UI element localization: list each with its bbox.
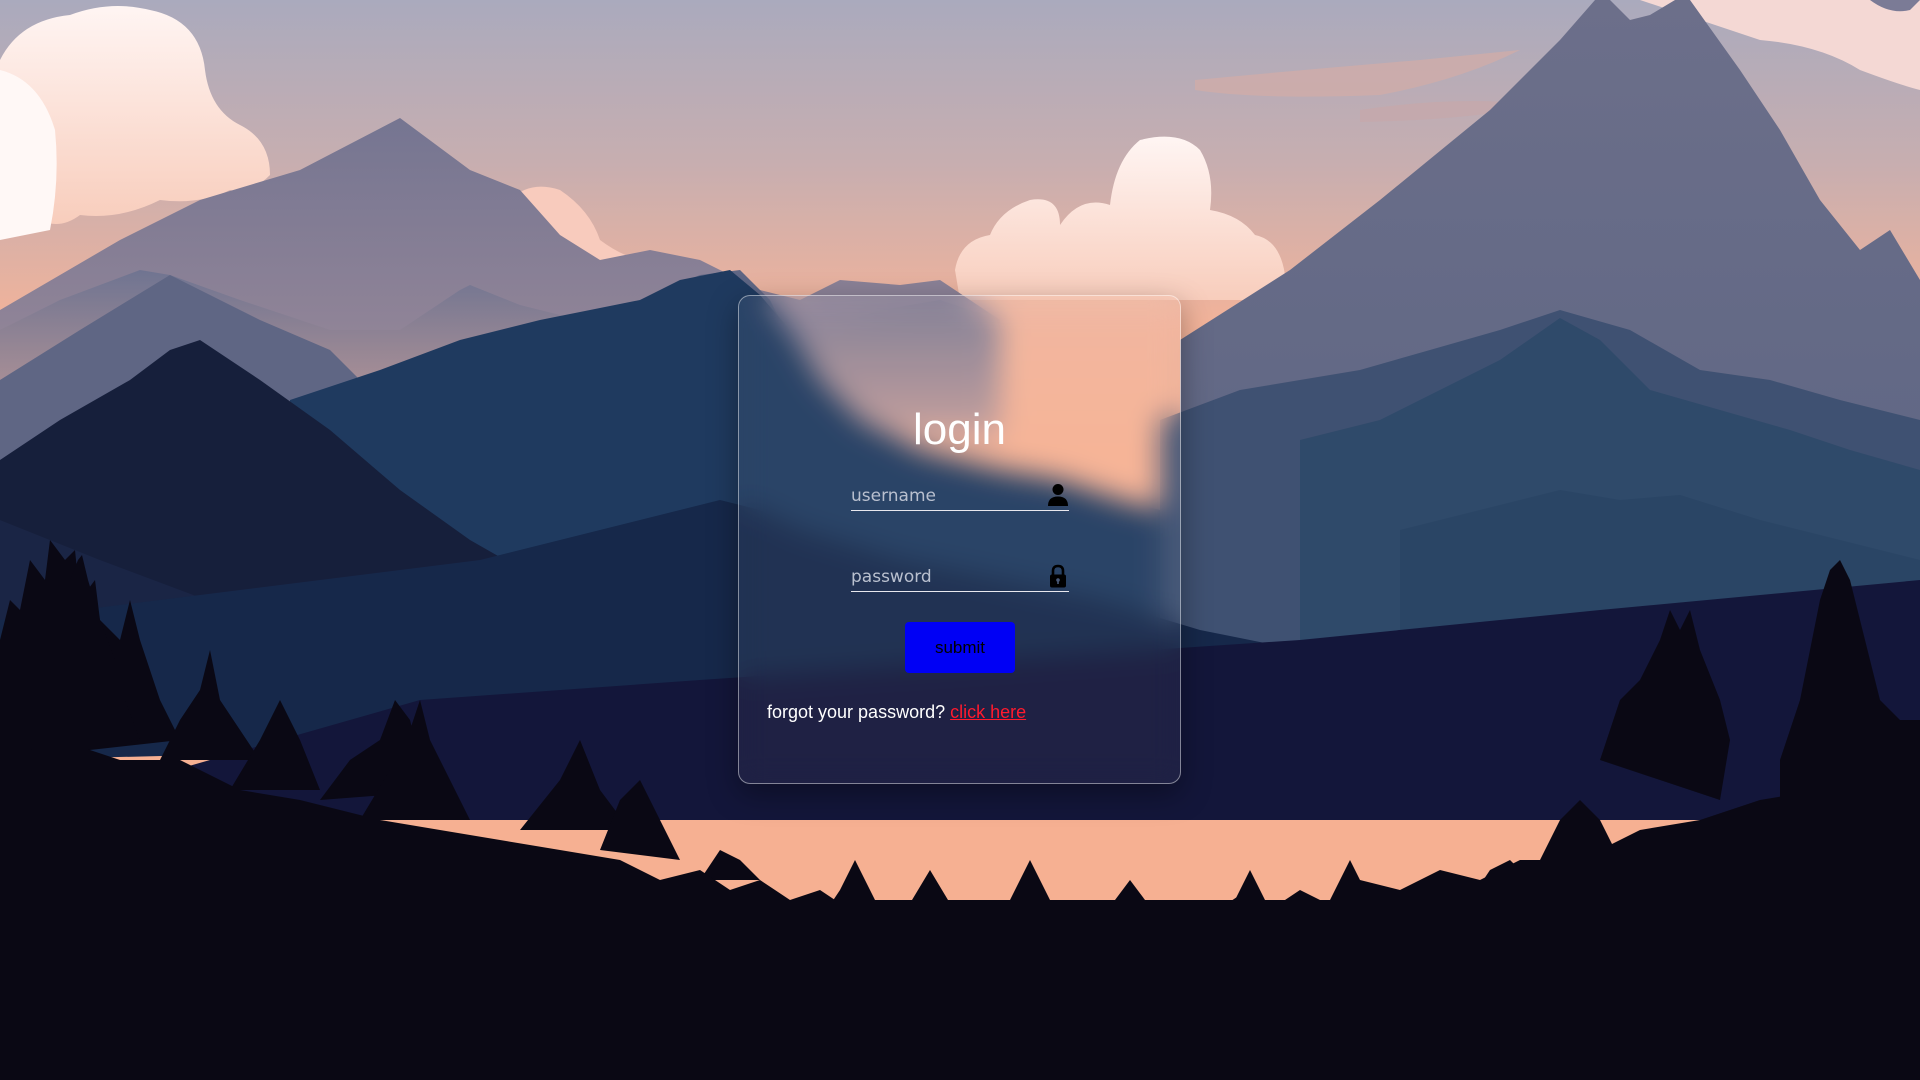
password-field xyxy=(851,563,1069,592)
forgot-password-link[interactable]: click here xyxy=(950,702,1026,722)
submit-button[interactable]: submit xyxy=(905,622,1015,673)
forgot-password-row: forgot your password? click here xyxy=(767,701,1026,723)
username-field xyxy=(851,482,1069,511)
password-input[interactable] xyxy=(851,563,1041,591)
user-icon xyxy=(1047,483,1069,507)
username-input[interactable] xyxy=(851,482,1041,510)
login-card: login submit forgot your password? click… xyxy=(738,295,1181,784)
lock-icon xyxy=(1047,564,1069,588)
login-title: login xyxy=(913,405,1006,454)
forgot-password-text: forgot your password? xyxy=(767,702,951,722)
